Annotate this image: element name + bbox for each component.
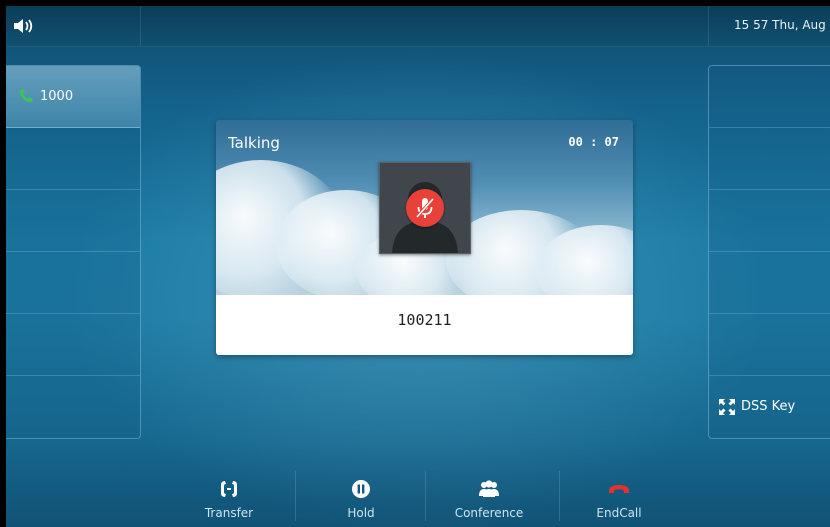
conference-icon [479, 480, 499, 497]
status-bar: 15 57 Thu, Aug 1 [6, 6, 830, 47]
callee-number: 100211 [397, 311, 452, 329]
conference-button[interactable]: Conference [431, 479, 547, 525]
call-background: Talking 00 : 07 [216, 120, 633, 295]
hold-label: Hold [347, 506, 375, 520]
mute-indicator[interactable] [406, 189, 444, 227]
status-divider [140, 6, 141, 46]
line-key-11[interactable] [709, 314, 830, 376]
dss-key-label: DSS Key [741, 399, 796, 414]
date-time: 15 57 Thu, Aug 1 [734, 18, 830, 32]
softkey-divider [425, 471, 426, 521]
line-key-6[interactable] [6, 376, 140, 438]
transfer-icon [221, 481, 237, 497]
line-key-2[interactable] [6, 128, 140, 190]
callee-bar: 100211 [216, 295, 633, 355]
expand-arrows-icon [719, 399, 735, 415]
line-key-7[interactable] [709, 66, 830, 128]
hold-button[interactable]: Hold [303, 479, 419, 525]
line-key-3[interactable] [6, 190, 140, 252]
transfer-label: Transfer [204, 506, 254, 520]
phone-handset-icon [19, 89, 33, 103]
avatar [379, 162, 471, 254]
line-key-4[interactable] [6, 252, 140, 314]
softkey-divider [295, 471, 296, 521]
hold-icon [352, 480, 370, 498]
call-card: Talking 00 : 07 100211 [216, 120, 633, 355]
line-key-1[interactable]: 1000 [6, 66, 140, 128]
line-key-10[interactable] [709, 252, 830, 314]
status-divider [708, 6, 709, 46]
conference-label: Conference [454, 506, 524, 520]
end-call-label: EndCall [596, 506, 642, 520]
softkey-bar: Transfer Hold Conference EndCall [6, 441, 830, 527]
end-call-button[interactable]: EndCall [561, 479, 677, 525]
speaker-volume-icon[interactable] [12, 16, 38, 36]
line-key-label: 1000 [40, 89, 74, 104]
line-key-8[interactable] [709, 128, 830, 190]
phone-screen: 15 57 Thu, Aug 1 1000 DSS Key Talking 00… [6, 6, 830, 527]
call-timer: 00 : 07 [568, 135, 619, 149]
mic-muted-icon [415, 197, 435, 219]
dss-key[interactable]: DSS Key [709, 376, 830, 438]
line-keys-left: 1000 [6, 65, 141, 439]
transfer-button[interactable]: Transfer [171, 479, 287, 525]
line-key-9[interactable] [709, 190, 830, 252]
softkey-divider [559, 471, 560, 521]
call-status: Talking [228, 134, 280, 152]
end-call-icon [609, 485, 629, 493]
line-keys-right: DSS Key [708, 65, 830, 439]
line-key-5[interactable] [6, 314, 140, 376]
